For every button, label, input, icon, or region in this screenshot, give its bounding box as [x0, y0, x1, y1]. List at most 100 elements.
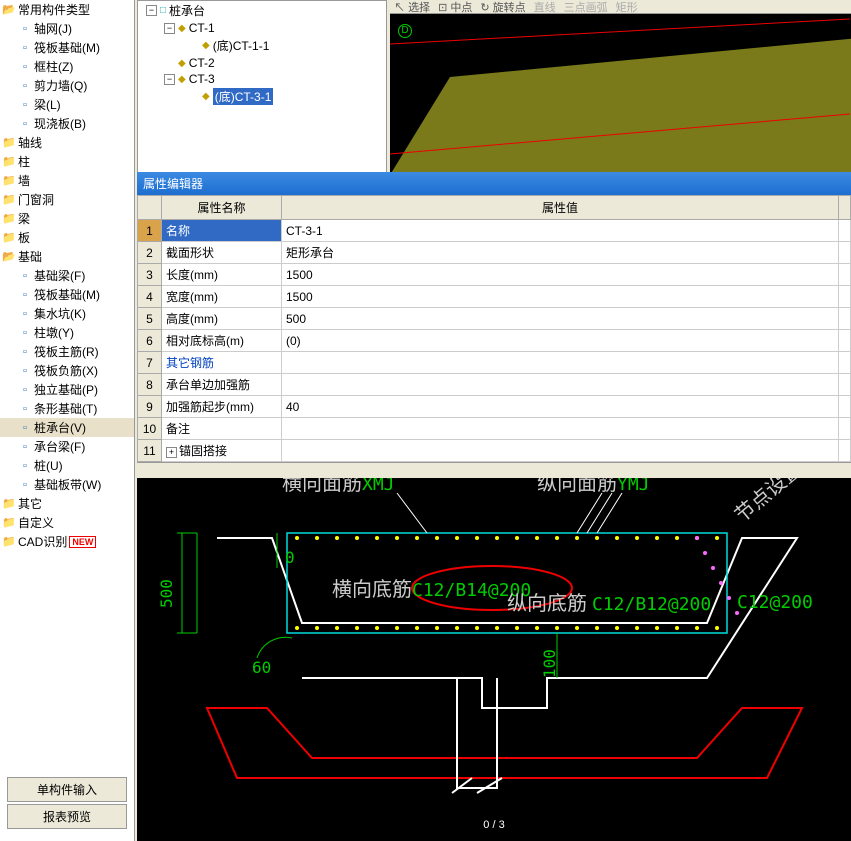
- tree-category[interactable]: 📁梁: [0, 209, 134, 228]
- property-row[interactable]: 3 长度(mm) 1500: [138, 264, 851, 286]
- left-navigation-tree: 📂 常用构件类型 ▫轴网(J)▫筏板基础(M)▫框柱(Z)▫剪力墙(Q)▫梁(L…: [0, 0, 135, 841]
- tree-root-common[interactable]: 📂 常用构件类型: [0, 0, 134, 19]
- tree-category[interactable]: 📁板: [0, 228, 134, 247]
- node-label: CT-2: [189, 56, 215, 70]
- property-row[interactable]: 8 承台单边加强筋: [138, 374, 851, 396]
- property-row[interactable]: 9 加强筋起步(mm) 40: [138, 396, 851, 418]
- property-row[interactable]: 6 相对底标高(m) (0): [138, 330, 851, 352]
- tree-node-root[interactable]: − □ 桩承台: [138, 1, 386, 20]
- tree-item-foundation[interactable]: ▫基础板带(W): [0, 475, 134, 494]
- row-number: 9: [138, 396, 162, 418]
- property-row[interactable]: 10 备注: [138, 418, 851, 440]
- property-row[interactable]: 7 其它钢筋: [138, 352, 851, 374]
- tree-item-foundation[interactable]: ▫条形基础(T): [0, 399, 134, 418]
- tree-category[interactable]: 📁墙: [0, 171, 134, 190]
- prop-value[interactable]: 矩形承台: [282, 242, 839, 264]
- prop-value[interactable]: CT-3-1: [282, 220, 839, 242]
- new-badge: NEW: [69, 536, 96, 548]
- tree-item[interactable]: ▫筏板基础(M): [0, 38, 134, 57]
- tree-label: 条形基础(T): [34, 400, 97, 417]
- prop-value[interactable]: [282, 440, 839, 462]
- tree-category[interactable]: 📁自定义: [0, 513, 134, 532]
- tree-label: 柱墩(Y): [34, 324, 74, 341]
- tree-label: 其它: [18, 495, 42, 512]
- node-icon: ◆: [178, 23, 186, 34]
- tree-item[interactable]: ▫现浇板(B): [0, 114, 134, 133]
- item-icon: ▫: [18, 99, 32, 111]
- tree-category[interactable]: 📁CAD识别NEW: [0, 532, 134, 551]
- prop-value[interactable]: 1500: [282, 264, 839, 286]
- item-icon: ▫: [18, 346, 32, 358]
- column-header-name[interactable]: 属性名称: [162, 196, 282, 220]
- column-header-value[interactable]: 属性值: [282, 196, 839, 220]
- prop-value[interactable]: 1500: [282, 286, 839, 308]
- tree-node[interactable]: −◆CT-1: [138, 20, 386, 36]
- tree-item-foundation[interactable]: ▫桩承台(V): [0, 418, 134, 437]
- item-icon: ▫: [18, 270, 32, 282]
- prop-value[interactable]: [282, 374, 839, 396]
- prop-name: 加强筋起步(mm): [162, 396, 282, 418]
- tree-item-foundation[interactable]: ▫柱墩(Y): [0, 323, 134, 342]
- prop-value[interactable]: 500: [282, 308, 839, 330]
- tree-category[interactable]: 📁轴线: [0, 133, 134, 152]
- tree-label: 承台梁(F): [34, 438, 85, 455]
- prop-value[interactable]: [282, 418, 839, 440]
- item-icon: ▫: [18, 289, 32, 301]
- tree-item[interactable]: ▫剪力墙(Q): [0, 76, 134, 95]
- property-row[interactable]: 5 高度(mm) 500: [138, 308, 851, 330]
- folder-icon: 📂: [2, 251, 16, 263]
- tree-item[interactable]: ▫框柱(Z): [0, 57, 134, 76]
- tree-label: 独立基础(P): [34, 381, 98, 398]
- expand-icon[interactable]: +: [166, 447, 177, 458]
- collapse-icon[interactable]: −: [146, 5, 157, 16]
- tree-item-foundation[interactable]: ▫桩(U): [0, 456, 134, 475]
- tree-label: 基础梁(F): [34, 267, 85, 284]
- tree-category[interactable]: 📁柱: [0, 152, 134, 171]
- tree-category[interactable]: 📁其它: [0, 494, 134, 513]
- property-row[interactable]: 2 截面形状 矩形承台: [138, 242, 851, 264]
- tree-item-foundation[interactable]: ▫承台梁(F): [0, 437, 134, 456]
- single-component-button[interactable]: 单构件输入: [7, 777, 128, 802]
- tree-item-foundation[interactable]: ▫筏板主筋(R): [0, 342, 134, 361]
- label-bot-h-rebar: 横向底筋C12/B14@200: [332, 578, 531, 601]
- report-preview-button[interactable]: 报表预览: [7, 804, 128, 829]
- prop-value[interactable]: (0): [282, 330, 839, 352]
- tree-item-foundation[interactable]: ▫集水坑(K): [0, 304, 134, 323]
- midpoint-tool[interactable]: ⊡ 中点: [438, 0, 472, 15]
- tree-label: 轴线: [18, 134, 42, 151]
- section-diagram[interactable]: 500 0 60 100 横向面筋XMJ 纵向面筋YMJ 横向底筋C12/B14…: [137, 478, 851, 841]
- prop-value[interactable]: [282, 352, 839, 374]
- tree-label: 剪力墙(Q): [34, 77, 87, 94]
- tree-node[interactable]: −◆CT-3: [138, 71, 386, 87]
- tree-item[interactable]: ▫轴网(J): [0, 19, 134, 38]
- tree-label: 常用构件类型: [18, 1, 90, 18]
- tree-item[interactable]: ▫梁(L): [0, 95, 134, 114]
- select-tool[interactable]: ↖ 选择: [394, 0, 430, 15]
- tree-item-foundation[interactable]: ▫筏板负筋(X): [0, 361, 134, 380]
- folder-icon: 📁: [2, 517, 16, 529]
- rotate-point-tool[interactable]: ↻ 旋转点: [480, 0, 525, 15]
- viewport-3d[interactable]: ↖ 选择 ⊡ 中点 ↻ 旋转点 直线 三点画弧 矩形 D: [390, 0, 851, 175]
- expander-icon[interactable]: −: [164, 23, 175, 34]
- node-icon: ◆: [178, 74, 186, 85]
- tree-item-foundation[interactable]: ▫基础梁(F): [0, 266, 134, 285]
- prop-name: 承台单边加强筋: [162, 374, 282, 396]
- property-row[interactable]: 4 宽度(mm) 1500: [138, 286, 851, 308]
- prop-extra: [839, 374, 851, 396]
- property-row[interactable]: 11 +锚固搭接: [138, 440, 851, 462]
- folder-icon: 📁: [2, 137, 16, 149]
- tree-node[interactable]: ◆(底)CT-3-1: [138, 87, 386, 106]
- tree-category[interactable]: 📂基础: [0, 247, 134, 266]
- tree-item-foundation[interactable]: ▫筏板基础(M): [0, 285, 134, 304]
- tree-item-foundation[interactable]: ▫独立基础(P): [0, 380, 134, 399]
- tree-node[interactable]: ◆CT-2: [138, 55, 386, 71]
- tree-category[interactable]: 📁门窗洞: [0, 190, 134, 209]
- tree-node[interactable]: ◆(底)CT-1-1: [138, 36, 386, 55]
- prop-value[interactable]: 40: [282, 396, 839, 418]
- property-row[interactable]: 1 名称 CT-3-1: [138, 220, 851, 242]
- prop-extra: [839, 330, 851, 352]
- tree-label: 集水坑(K): [34, 305, 86, 322]
- page-indicator: 0 / 3: [475, 817, 512, 833]
- expander-icon[interactable]: −: [164, 74, 175, 85]
- node-label: (底)CT-1-1: [213, 37, 270, 54]
